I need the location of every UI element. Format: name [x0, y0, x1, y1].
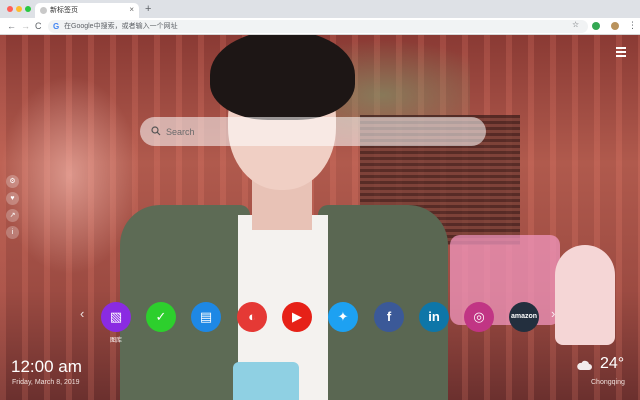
tab-favicon-icon [40, 7, 47, 14]
minimize-window-button[interactable] [16, 6, 22, 12]
new-tab-page: ⚙ ♥ ↗ i ‹ › ▧ 图库 ✓ ▤ ◐ ▶ ✦ f in ◎ amazon… [0, 35, 640, 400]
reload-button[interactable]: C [35, 21, 42, 31]
share-icon[interactable]: ↗ [6, 209, 19, 222]
search-bar[interactable] [140, 117, 486, 146]
weather-city: Chongqing [591, 379, 625, 386]
info-icon[interactable]: i [6, 226, 19, 239]
new-tab-button[interactable]: + [145, 3, 151, 15]
search-icon [151, 126, 161, 136]
tab-new-tab[interactable]: 新标签页 × [35, 3, 139, 18]
person-jacket-left [120, 205, 250, 400]
shortcuts-prev-arrow[interactable]: ‹ [80, 307, 84, 321]
linkedin-icon: in [428, 309, 440, 324]
twitter-icon: ✦ [337, 309, 349, 324]
tab-title: 新标签页 [50, 7, 78, 14]
clock-time: 12:00 am [11, 357, 82, 376]
maximize-window-button[interactable] [25, 6, 31, 12]
google-icon: G [53, 22, 60, 31]
weather-temperature: 24° [600, 355, 625, 372]
tab-bar: 新标签页 × + [0, 0, 640, 18]
search-input[interactable] [166, 122, 466, 141]
forward-button[interactable]: → [21, 21, 30, 31]
shortcut-twitter[interactable]: ✦ [328, 302, 358, 332]
youtube-icon: ▶ [292, 309, 302, 324]
close-window-button[interactable] [7, 6, 13, 12]
browser-toolbar: ← → C G 在Google中搜索，或者输入一个网址 ☆ ⋮ [0, 18, 640, 35]
shortcut-tasks[interactable]: ✓ [146, 302, 176, 332]
shortcut-gallery-label: 图库 [109, 338, 122, 344]
browser-menu-icon[interactable]: ⋮ [628, 20, 637, 30]
hamburger-menu-icon[interactable] [616, 47, 628, 57]
shortcut-amazon[interactable]: amazon [509, 302, 539, 332]
background-glow [0, 75, 140, 275]
amazon-icon: amazon [510, 313, 538, 320]
shortcut-facebook[interactable]: f [374, 302, 404, 332]
settings-icon[interactable]: ⚙ [6, 175, 19, 188]
background-cup [233, 362, 299, 400]
shortcut-youtube[interactable]: ▶ [282, 302, 312, 332]
instagram-icon: ◎ [473, 309, 485, 324]
heart-icon[interactable]: ♥ [6, 192, 19, 205]
checkmark-icon: ✓ [155, 309, 167, 324]
shortcut-linkedin[interactable]: in [419, 302, 449, 332]
background-popsicle [555, 245, 615, 345]
back-button[interactable]: ← [7, 21, 16, 31]
tab-close-icon[interactable]: × [129, 5, 134, 15]
news-icon: ▤ [199, 309, 213, 324]
extension-green-icon[interactable] [592, 22, 600, 30]
person-hair [210, 35, 355, 120]
facebook-icon: f [386, 309, 392, 324]
shortcuts-next-arrow[interactable]: › [551, 307, 555, 321]
clock-date: Friday, March 8, 2019 [12, 379, 80, 386]
shortcut-instagram[interactable]: ◎ [464, 302, 494, 332]
extension-cookie-icon[interactable] [611, 22, 619, 30]
cloud-icon [577, 360, 592, 370]
address-bar-placeholder: 在Google中搜索，或者输入一个网址 [64, 23, 178, 30]
shortcut-news[interactable]: ▤ [191, 302, 221, 332]
address-bar[interactable]: G 在Google中搜索，或者输入一个网址 [48, 20, 588, 33]
gamepad-icon: ◐ [248, 309, 256, 324]
shortcut-gallery[interactable]: ▧ [101, 302, 131, 332]
bookmark-star-icon[interactable]: ☆ [572, 20, 579, 29]
gallery-icon: ▧ [109, 309, 123, 324]
shortcut-games[interactable]: ◐ [237, 302, 267, 332]
